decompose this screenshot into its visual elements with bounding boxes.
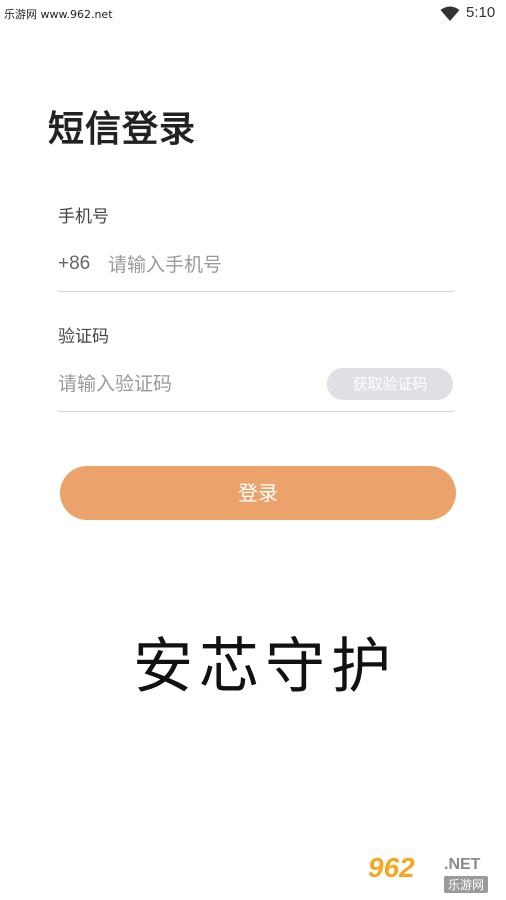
phone-input[interactable] (108, 250, 438, 280)
status-time: 5:10 (466, 4, 496, 21)
watermark: 962 .NET 乐游网 (368, 852, 500, 896)
wifi-icon (440, 6, 460, 21)
watermark-ext: .NET (444, 856, 481, 873)
site-label: 乐游网 www.962.net (4, 8, 113, 21)
code-divider (58, 411, 454, 412)
phone-divider (58, 291, 454, 292)
brand-text: 安芯守护 (133, 632, 397, 702)
country-code[interactable]: +86 (58, 253, 90, 275)
login-button[interactable]: 登录 (60, 466, 456, 520)
code-label: 验证码 (58, 327, 109, 347)
code-input[interactable] (58, 369, 308, 399)
watermark-sub: 乐游网 (444, 876, 489, 893)
get-code-button[interactable]: 获取验证码 (327, 368, 453, 400)
page-title: 短信登录 (48, 109, 197, 150)
phone-label: 手机号 (58, 207, 109, 227)
status-bar: 乐游网 www.962.net 5:10 (0, 0, 506, 28)
watermark-main: 962 (368, 852, 415, 883)
